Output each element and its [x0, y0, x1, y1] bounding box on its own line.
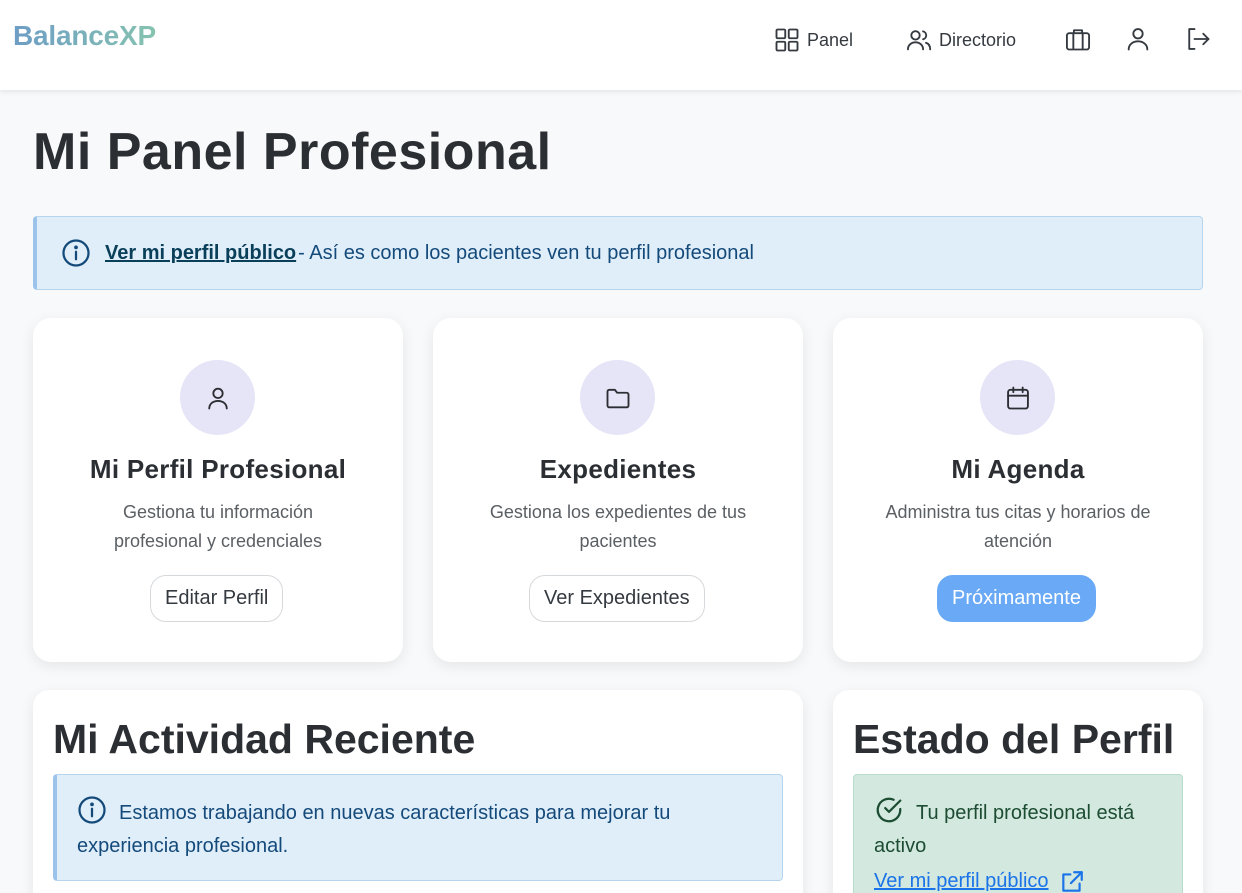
view-public-profile-link[interactable]: Ver mi perfil público: [874, 865, 1085, 893]
card-icon-circle: [180, 360, 255, 435]
page-title: Mi Panel Profesional: [33, 123, 552, 181]
briefcase-icon: [1065, 29, 1091, 51]
profile-status-title: Estado del Perfil: [853, 716, 1175, 762]
calendar-icon: [1006, 386, 1029, 409]
nav-panel-label: Panel: [807, 29, 854, 50]
profile-status-text: Tu perfil profesional está activo: [874, 802, 1135, 857]
card-records: Expedientes Gestiona los expedientes de …: [433, 318, 803, 662]
nav-directory-link[interactable]: Directorio: [905, 24, 1016, 56]
profile-status-alert: Tu perfil profesional está activo Ver mi…: [853, 774, 1183, 893]
card-description: Gestiona los expedientes de tus paciente…: [489, 502, 747, 551]
card-title: Mi Perfil Profesional: [89, 454, 347, 484]
card-agenda: Mi Agenda Administra tus citas y horario…: [833, 318, 1203, 662]
external-link-icon: [1061, 870, 1083, 892]
user-icon: [207, 387, 228, 409]
nav-directory-label: Directorio: [939, 29, 1017, 50]
card-professional-profile: Mi Perfil Profesional Gestiona tu inform…: [33, 318, 403, 662]
brand-logo[interactable]: BalanceXP: [13, 20, 156, 52]
agenda-coming-soon-button[interactable]: Próximamente: [937, 575, 1096, 622]
view-records-button[interactable]: Ver Expedientes: [529, 575, 705, 622]
card-description: Administra tus citas y horarios de atenc…: [885, 502, 1151, 551]
nav-panel-link[interactable]: Panel: [773, 24, 853, 56]
card-icon-circle: [980, 360, 1055, 435]
nav-briefcase-button[interactable]: [1063, 24, 1093, 54]
public-profile-link[interactable]: Ver mi perfil público: [105, 242, 296, 265]
card-icon-circle: [580, 360, 655, 435]
view-public-profile-label: Ver mi perfil público: [874, 870, 1049, 892]
info-icon: [62, 239, 90, 267]
logout-icon: [1188, 28, 1210, 50]
info-icon: [78, 796, 106, 824]
card-title: Expedientes: [539, 454, 697, 484]
nav-logout-button[interactable]: [1183, 24, 1213, 54]
card-title: Mi Agenda: [951, 454, 1085, 484]
activity-alert-text: Estamos trabajando en nuevas característ…: [77, 802, 671, 857]
recent-activity-panel: Mi Actividad Reciente Estamos trabajando…: [33, 690, 803, 893]
public-profile-alert-text: - Así es como los pacientes ven tu perfi…: [298, 241, 754, 264]
user-icon: [1127, 28, 1149, 51]
edit-profile-button[interactable]: Editar Perfil: [150, 575, 284, 622]
profile-status-panel: Estado del Perfil Tu perfil profesional …: [833, 690, 1203, 893]
grid-icon: [775, 28, 799, 52]
nav-profile-button[interactable]: [1123, 24, 1153, 54]
recent-activity-title: Mi Actividad Reciente: [53, 716, 476, 762]
public-profile-alert: Ver mi perfil público - Así es como los …: [33, 216, 1203, 290]
card-description: Gestiona tu información profesional y cr…: [113, 502, 323, 551]
check-circle-icon: [876, 797, 902, 823]
activity-info-alert: Estamos trabajando en nuevas característ…: [53, 774, 783, 881]
folder-icon: [606, 388, 629, 408]
top-navbar: BalanceXP Panel Directorio: [0, 0, 1242, 90]
users-icon: [906, 30, 932, 51]
